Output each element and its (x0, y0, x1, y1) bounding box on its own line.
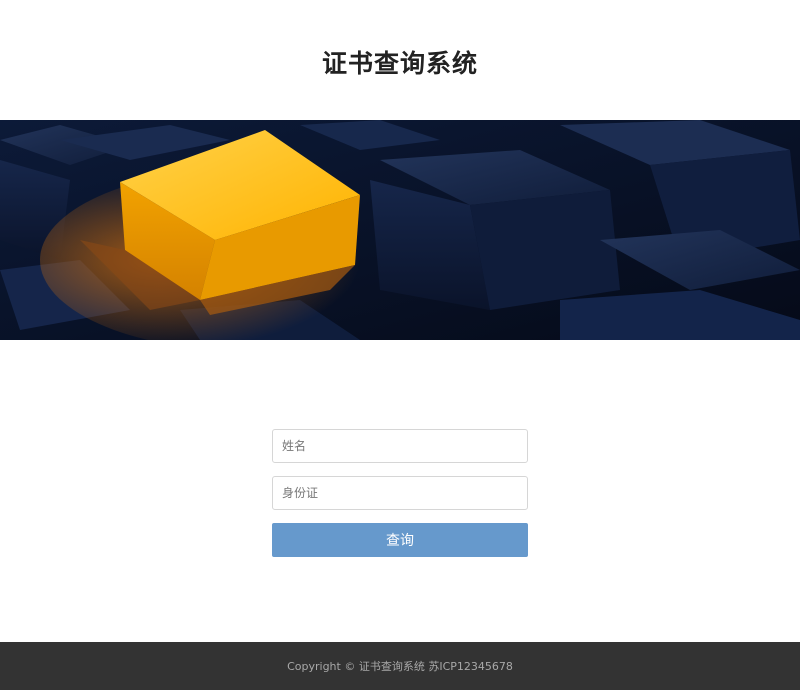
copyright-text: Copyright © 证书查询系统 苏ICP12345678 (287, 660, 513, 673)
page-title: 证书查询系统 (321, 49, 478, 78)
footer: Copyright © 证书查询系统 苏ICP12345678 (0, 642, 800, 690)
id-card-input[interactable] (272, 476, 528, 510)
name-input[interactable] (272, 429, 528, 463)
query-form: 查询 (272, 429, 528, 557)
banner-image (0, 120, 800, 340)
banner-carousel[interactable] (0, 120, 800, 340)
header: 证书查询系统 (0, 0, 800, 120)
query-button[interactable]: 查询 (272, 523, 528, 557)
